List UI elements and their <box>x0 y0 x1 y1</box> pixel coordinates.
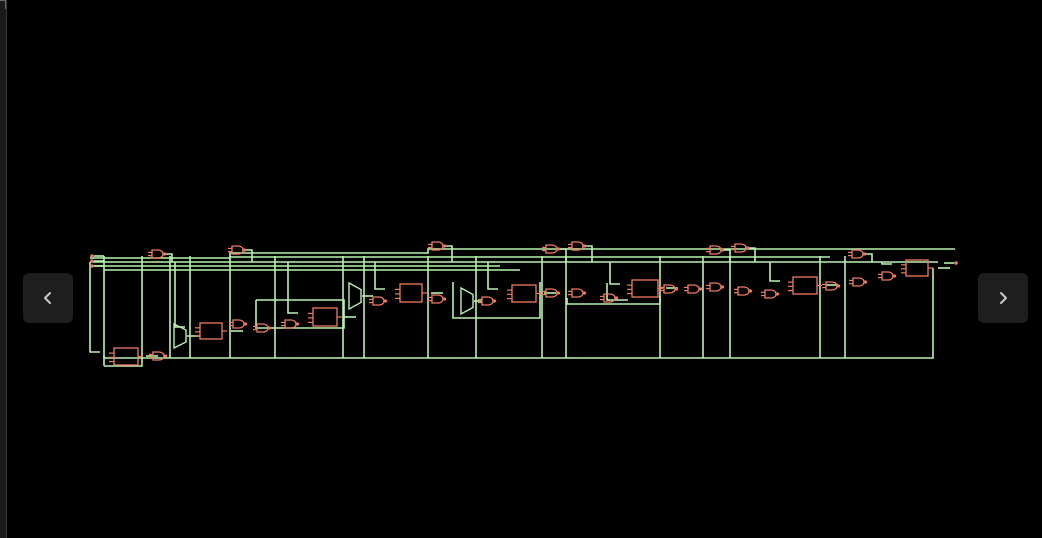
image-viewer <box>7 0 1042 538</box>
logic-gate <box>822 281 841 291</box>
logic-gate <box>229 319 248 329</box>
logic-gate <box>706 245 725 255</box>
logic-gate <box>734 286 753 296</box>
wire-53 <box>255 299 345 329</box>
logic-gate <box>148 249 167 259</box>
chevron-right-icon <box>1000 292 1007 304</box>
wire-54 <box>452 282 541 319</box>
flip-flop-cell <box>788 276 822 295</box>
wire-31 <box>174 262 185 328</box>
logic-gate <box>706 282 725 292</box>
chevron-left-icon <box>44 292 51 304</box>
wire-52 <box>865 253 873 262</box>
wire-39 <box>609 262 620 285</box>
wire-46 <box>245 249 253 262</box>
flip-flop-cell <box>195 322 227 340</box>
window-corner-mark <box>0 0 6 9</box>
wire-51 <box>748 247 756 262</box>
next-image-button[interactable] <box>978 273 1028 323</box>
logic-gate <box>568 288 587 298</box>
logic-gate <box>761 289 780 299</box>
wire-41 <box>769 262 780 282</box>
port-pin <box>954 261 958 265</box>
logic-gate <box>369 296 388 306</box>
logic-gate <box>849 277 868 287</box>
wire-48 <box>559 248 567 262</box>
window-left-edge <box>0 0 7 538</box>
flip-flop-cell <box>395 283 427 303</box>
logic-gate <box>428 294 447 304</box>
logic-gate <box>878 271 897 281</box>
schematic-wires <box>89 245 955 367</box>
previous-image-button[interactable] <box>23 273 73 323</box>
logic-gate <box>731 243 750 253</box>
logic-gate <box>684 284 703 294</box>
flip-flop-cell <box>507 284 541 303</box>
mux-cell <box>460 286 474 316</box>
logic-gate <box>281 319 300 329</box>
logic-gate <box>848 249 867 259</box>
flip-flop-cell <box>308 307 342 327</box>
circuit-schematic <box>89 241 958 367</box>
port-pin <box>90 259 94 263</box>
flip-flop-cell <box>627 279 663 298</box>
wire-29 <box>89 262 100 353</box>
port-pin <box>90 264 94 268</box>
wire-50 <box>723 249 731 262</box>
port-pin <box>90 254 94 258</box>
mux-cell <box>348 281 362 311</box>
wire-10 <box>104 268 934 359</box>
schematic-cells <box>90 241 958 366</box>
flip-flop-cell <box>109 347 143 366</box>
